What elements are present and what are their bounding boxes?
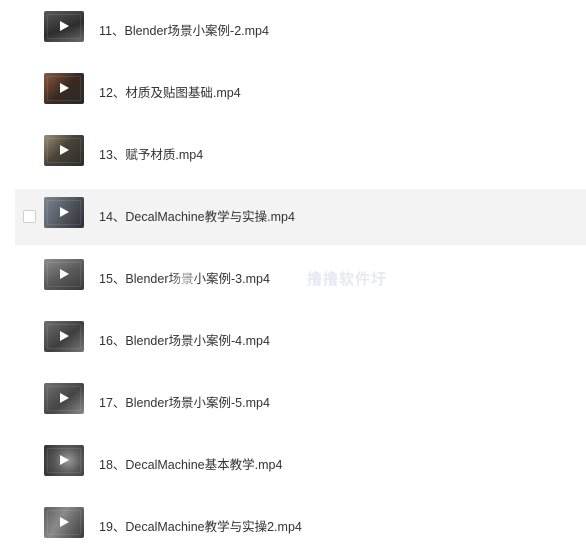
play-icon [60, 331, 69, 341]
video-thumbnail[interactable] [44, 445, 84, 476]
play-icon [60, 207, 69, 217]
file-row-19[interactable]: 19、DecalMachine教学与实操2.mp4 [15, 499, 586, 555]
file-row-11[interactable]: 11、Blender场景小案例-2.mp4 [15, 3, 586, 59]
play-icon [60, 269, 69, 279]
play-icon [60, 83, 69, 93]
file-name[interactable]: 19、DecalMachine教学与实操2.mp4 [99, 499, 302, 555]
file-name[interactable]: 17、Blender场景小案例-5.mp4 [99, 375, 270, 431]
file-row-18[interactable]: 18、DecalMachine基本教学.mp4 [15, 437, 586, 493]
play-icon [60, 455, 69, 465]
file-name[interactable]: 16、Blender场景小案例-4.mp4 [99, 313, 270, 369]
file-name[interactable]: 12、材质及贴图基础.mp4 [99, 65, 241, 121]
video-thumbnail[interactable] [44, 321, 84, 352]
file-list: 11、Blender场景小案例-2.mp4 12、材质及贴图基础.mp4 13、… [0, 0, 586, 554]
play-icon [60, 393, 69, 403]
file-name[interactable]: 11、Blender场景小案例-2.mp4 [99, 3, 269, 59]
play-icon [60, 517, 69, 527]
file-name[interactable]: 14、DecalMachine教学与实操.mp4 [99, 189, 295, 245]
video-thumbnail[interactable] [44, 383, 84, 414]
file-row-14[interactable]: 14、DecalMachine教学与实操.mp4 [15, 189, 586, 245]
video-thumbnail[interactable] [44, 135, 84, 166]
file-row-15[interactable]: 15、Blender场景小案例-3.mp4 [15, 251, 586, 307]
play-icon [60, 145, 69, 155]
video-thumbnail[interactable] [44, 11, 84, 42]
play-icon [60, 21, 69, 31]
file-name[interactable]: 18、DecalMachine基本教学.mp4 [99, 437, 282, 493]
file-row-13[interactable]: 13、赋予材质.mp4 [15, 127, 586, 183]
file-name[interactable]: 15、Blender场景小案例-3.mp4 [99, 251, 270, 307]
file-row-16[interactable]: 16、Blender场景小案例-4.mp4 [15, 313, 586, 369]
file-name[interactable]: 13、赋予材质.mp4 [99, 127, 203, 183]
video-thumbnail[interactable] [44, 73, 84, 104]
video-thumbnail[interactable] [44, 507, 84, 538]
video-thumbnail[interactable] [44, 197, 84, 228]
file-row-12[interactable]: 12、材质及贴图基础.mp4 [15, 65, 586, 121]
file-row-17[interactable]: 17、Blender场景小案例-5.mp4 [15, 375, 586, 431]
select-checkbox[interactable] [23, 210, 36, 223]
video-thumbnail[interactable] [44, 259, 84, 290]
